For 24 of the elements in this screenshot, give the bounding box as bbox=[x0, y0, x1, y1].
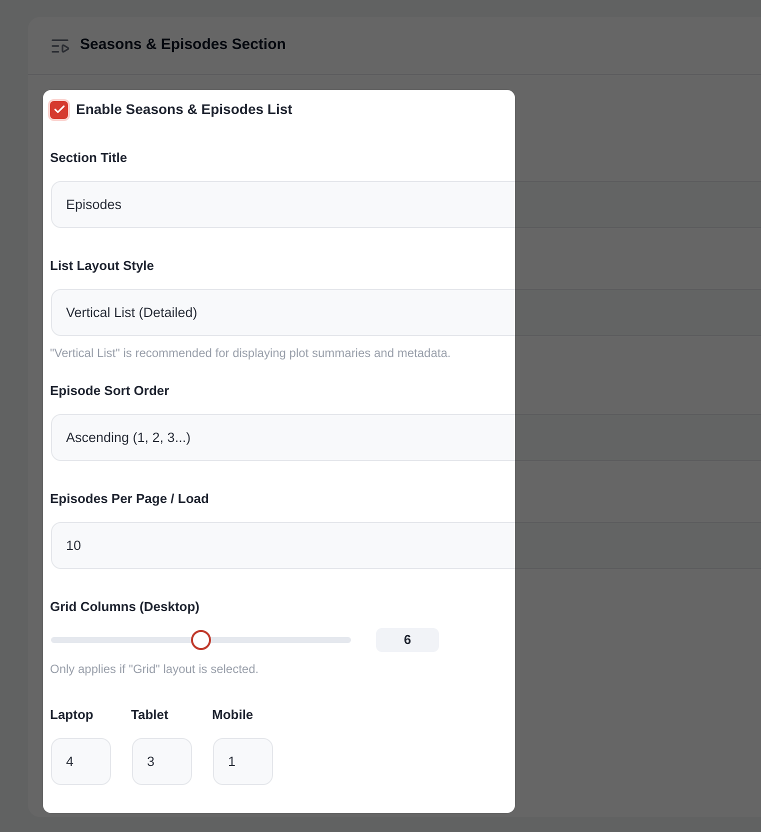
text-field[interactable]: 10 bbox=[51, 522, 761, 569]
field-label: Mobile bbox=[212, 707, 254, 723]
check-icon bbox=[52, 103, 66, 116]
checkbox-label: Enable Seasons & Episodes List bbox=[76, 100, 292, 119]
text-field[interactable]: Vertical List (Detailed) bbox=[51, 289, 761, 336]
field-label: Episodes Per Page / Load bbox=[50, 491, 210, 507]
number-field[interactable]: 3 bbox=[132, 738, 192, 785]
field-label: Tablet bbox=[131, 707, 170, 723]
field-label: Grid Columns (Desktop) bbox=[50, 599, 201, 615]
value-readout: 6 bbox=[376, 628, 439, 652]
number-field[interactable]: 4 bbox=[51, 738, 111, 785]
field-label: Episode Sort Order bbox=[50, 383, 170, 399]
section-title: Seasons & Episodes Section bbox=[80, 35, 286, 56]
text-field[interactable]: Ascending (1, 2, 3...) bbox=[51, 414, 761, 461]
field-label: Laptop bbox=[50, 707, 94, 723]
number-field[interactable]: 1 bbox=[213, 738, 273, 785]
help-text: Only applies if "Grid" layout is selected. bbox=[50, 661, 260, 677]
slider[interactable] bbox=[51, 630, 351, 650]
checkbox[interactable] bbox=[50, 100, 68, 118]
field-label: List Layout Style bbox=[50, 258, 156, 274]
help-text: "Vertical List" is recommended for displaying plot summaries and metadata. bbox=[50, 345, 452, 361]
text-field[interactable]: Episodes bbox=[51, 181, 761, 228]
field-label: Section Title bbox=[50, 150, 128, 166]
slider-thumb[interactable] bbox=[191, 630, 211, 650]
